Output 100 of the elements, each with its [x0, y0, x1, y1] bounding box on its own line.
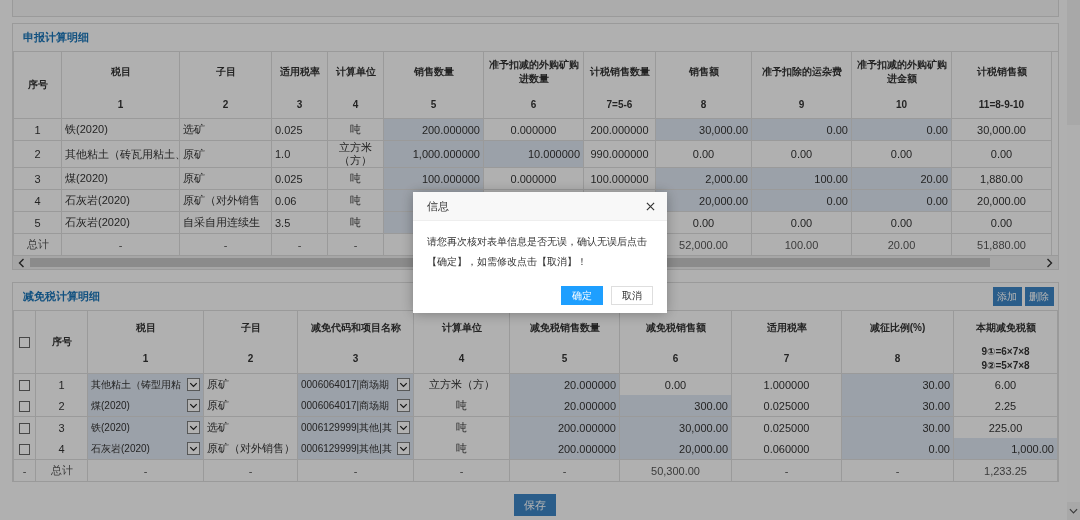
input-field[interactable]: 100.00 — [751, 167, 852, 190]
column-number: 9 — [797, 98, 806, 112]
column-header: 序号 — [51, 336, 72, 347]
table-cell: 1 — [13, 118, 62, 141]
input-field[interactable]: 100.000000 — [383, 167, 484, 190]
checkbox[interactable] — [19, 379, 30, 391]
table-cell: 0.00 — [951, 211, 1052, 234]
table-cell: 其他粘土（砖瓦用粘土、 — [61, 140, 180, 168]
table-cell: 铁(2020) — [61, 118, 180, 141]
column-header: 准予扣除的运杂费 — [761, 66, 842, 77]
input-field[interactable]: 1,000.00 — [953, 438, 1058, 460]
table-cell: - — [841, 459, 954, 481]
input-field[interactable]: 300.00 — [619, 395, 732, 417]
scrollbar[interactable] — [1066, 0, 1080, 520]
checkbox[interactable] — [19, 443, 30, 455]
column-header: 适用税率 — [279, 66, 320, 77]
table-cell: - — [13, 459, 36, 481]
input-field[interactable]: 10.000000 — [483, 140, 584, 168]
save-button[interactable]: 保存 — [514, 494, 557, 516]
input-field[interactable]: 20.000000 — [509, 395, 620, 417]
column-number: 2 — [221, 98, 230, 112]
input-field[interactable]: 20,000.00 — [619, 438, 732, 460]
input-field[interactable]: 30,000.00 — [655, 118, 752, 141]
table-cell: 1.0 — [271, 140, 328, 168]
column-number: 1 — [141, 352, 150, 366]
input-field[interactable]: 30.00 — [841, 416, 954, 438]
caret-icon — [187, 442, 200, 455]
column-header: 税目 — [135, 322, 156, 333]
column-number: 4 — [351, 98, 360, 112]
column-number: 9①=6×7×8 — [980, 345, 1031, 359]
table-cell: - — [509, 459, 620, 481]
section-title: 申报计算明细 — [23, 30, 89, 45]
column-number: 8 — [893, 352, 902, 366]
table-cell: 3 — [13, 167, 62, 190]
table-cell: - — [413, 459, 510, 481]
input-field[interactable]: 30.00 — [841, 395, 954, 417]
input-field[interactable]: 0.00 — [751, 189, 852, 212]
input-field[interactable]: 30.00 — [841, 373, 954, 395]
column-number: 5 — [429, 98, 438, 112]
table-cell: 原矿 — [179, 140, 272, 168]
table-cell: 0.025 — [271, 118, 328, 141]
column-header: 销售数量 — [413, 66, 454, 77]
dialog-title: 信息 — [427, 198, 449, 214]
table-cell: 2.25 — [953, 395, 1058, 417]
input-field[interactable]: 200.000000 — [509, 416, 620, 438]
table-cell: 6.00 — [953, 373, 1058, 395]
column-header: 减免税销售额 — [645, 322, 706, 333]
table-cell: 50,300.00 — [619, 459, 732, 481]
column-number: 7=5-6 — [605, 98, 634, 112]
column-number: 9②=5×7×8 — [980, 359, 1031, 373]
column-header: 准予扣减的外购矿购进数量 — [488, 59, 579, 84]
table-cell: 1,880.00 — [951, 167, 1052, 190]
column-number: 2 — [246, 352, 255, 366]
chevron-left-icon[interactable] — [18, 257, 25, 268]
close-icon[interactable] — [646, 201, 655, 211]
caret-icon — [397, 421, 410, 434]
column-header: 序号 — [27, 79, 48, 90]
table-cell: 原矿 — [179, 167, 272, 190]
checkbox[interactable] — [19, 336, 30, 348]
input-field[interactable]: 200.000000 — [383, 118, 484, 141]
caret-icon — [187, 399, 200, 412]
column-header: 减免税销售数量 — [529, 322, 600, 333]
table-cell: 0.00 — [951, 140, 1052, 168]
input-field[interactable]: 0.00 — [851, 118, 952, 141]
column-header: 适用税率 — [766, 322, 807, 333]
column-number: 11=8-9-10 — [977, 98, 1026, 112]
column-number: 3 — [295, 98, 304, 112]
input-field[interactable]: 1,000.000000 — [383, 140, 484, 168]
input-field[interactable]: 30,000.00 — [619, 416, 732, 438]
table-cell: 石灰岩(2020) — [61, 211, 180, 234]
cancel-button[interactable]: 取消 — [611, 286, 653, 305]
input-field[interactable]: 200.000000 — [509, 438, 620, 460]
checkbox[interactable] — [19, 422, 30, 434]
toolbar-button[interactable]: 删除 — [1024, 287, 1054, 306]
input-field[interactable]: 20.000000 — [509, 373, 620, 395]
column-header: 减征比例(%) — [869, 322, 926, 333]
column-header: 销售额 — [688, 66, 719, 77]
input-field[interactable]: 20,000.00 — [655, 189, 752, 212]
table-cell: 4 — [13, 189, 62, 212]
table-cell: 30,000.00 — [951, 118, 1052, 141]
column-number: 8 — [699, 98, 708, 112]
table-cell: 990.000000 — [583, 140, 656, 168]
column-number: 4 — [457, 352, 466, 366]
input-field[interactable]: 0.00 — [841, 438, 954, 460]
input-field[interactable]: 2,000.00 — [655, 167, 752, 190]
column-header: 计税销售额 — [976, 66, 1027, 77]
table-cell: 5 — [13, 211, 62, 234]
column-number: 3 — [351, 352, 360, 366]
column-header: 减免代码和项目名称 — [310, 322, 401, 333]
input-field[interactable]: 0.00 — [851, 189, 952, 212]
input-field[interactable]: 20.00 — [851, 167, 952, 190]
toolbar-button[interactable]: 添加 — [992, 287, 1022, 306]
chevron-down-icon[interactable] — [1069, 508, 1078, 514]
dialog-message: 请您再次核对表单信息是否无误，确认无误后点击【确定】，如需修改点击【取消】！ — [426, 235, 648, 269]
table-cell: 0.00 — [751, 211, 852, 234]
table-cell: 3.5 — [271, 211, 328, 234]
chevron-right-icon[interactable] — [1045, 257, 1053, 268]
checkbox[interactable] — [19, 400, 30, 412]
input-field[interactable]: 0.00 — [751, 118, 852, 141]
column-header: 子目 — [215, 66, 236, 77]
